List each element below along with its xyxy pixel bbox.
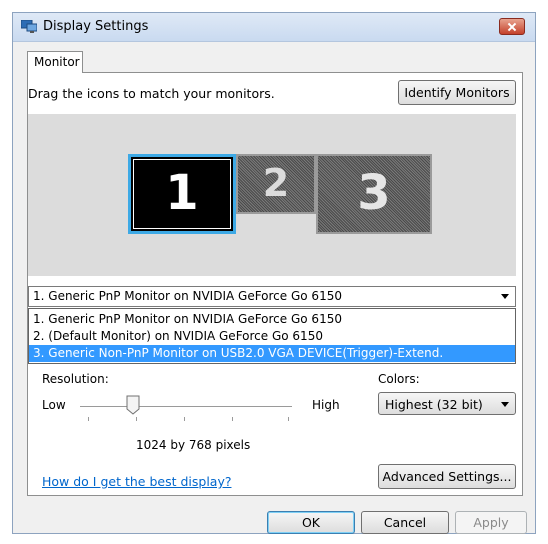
resolution-high-label: High: [312, 398, 340, 412]
chevron-down-icon: [501, 402, 509, 407]
display-select-value: 1. Generic PnP Monitor on NVIDIA GeForce…: [33, 289, 342, 303]
display-settings-icon: [21, 20, 37, 33]
apply-button[interactable]: Apply: [455, 511, 527, 534]
dropdown-option-selected[interactable]: 3. Generic Non-PnP Monitor on USB2.0 VGA…: [29, 345, 515, 362]
monitor-1-tile[interactable]: 1: [128, 154, 236, 234]
slider-tick: [288, 417, 289, 421]
resolution-low-label: Low: [42, 398, 66, 412]
resolution-slider-track[interactable]: [80, 406, 292, 407]
close-button[interactable]: [499, 18, 525, 35]
display-select[interactable]: 1. Generic PnP Monitor on NVIDIA GeForce…: [28, 286, 516, 307]
display-select-dropdown: 1. Generic PnP Monitor on NVIDIA GeForce…: [28, 308, 516, 364]
window-title: Display Settings: [43, 19, 149, 34]
ok-button[interactable]: OK: [267, 511, 355, 534]
slider-thumb-icon[interactable]: [126, 395, 140, 415]
chevron-down-icon: [501, 294, 509, 299]
monitor-number: 1: [165, 165, 199, 221]
slider-tick: [136, 417, 137, 421]
identify-monitors-button[interactable]: Identify Monitors: [398, 80, 516, 105]
title-bar: Display Settings: [13, 13, 535, 42]
monitor-number: 2: [262, 161, 290, 205]
colors-select[interactable]: Highest (32 bit): [378, 392, 516, 415]
cancel-button[interactable]: Cancel: [361, 511, 449, 534]
dropdown-option[interactable]: 2. (Default Monitor) on NVIDIA GeForce G…: [29, 328, 515, 345]
monitor-number: 3: [357, 165, 391, 221]
best-display-help-link[interactable]: How do I get the best display?: [42, 474, 231, 489]
tab-monitor[interactable]: Monitor: [27, 51, 83, 73]
monitor-arrangement-area: 1 2 3: [28, 114, 516, 276]
dropdown-option[interactable]: 1. Generic PnP Monitor on NVIDIA GeForce…: [29, 311, 515, 328]
resolution-value: 1024 by 768 pixels: [136, 438, 251, 452]
monitor-3-tile[interactable]: 3: [316, 154, 432, 234]
advanced-settings-button[interactable]: Advanced Settings...: [378, 464, 516, 489]
tab-monitor-label: Monitor: [34, 55, 80, 69]
slider-tick: [88, 417, 89, 421]
resolution-label: Resolution:: [42, 372, 109, 386]
colors-label: Colors:: [378, 372, 420, 386]
monitor-2-tile[interactable]: 2: [236, 154, 316, 214]
colors-select-value: Highest (32 bit): [385, 397, 483, 412]
slider-tick: [232, 417, 233, 421]
instruction-text: Drag the icons to match your monitors.: [28, 86, 275, 101]
slider-tick: [184, 417, 185, 421]
